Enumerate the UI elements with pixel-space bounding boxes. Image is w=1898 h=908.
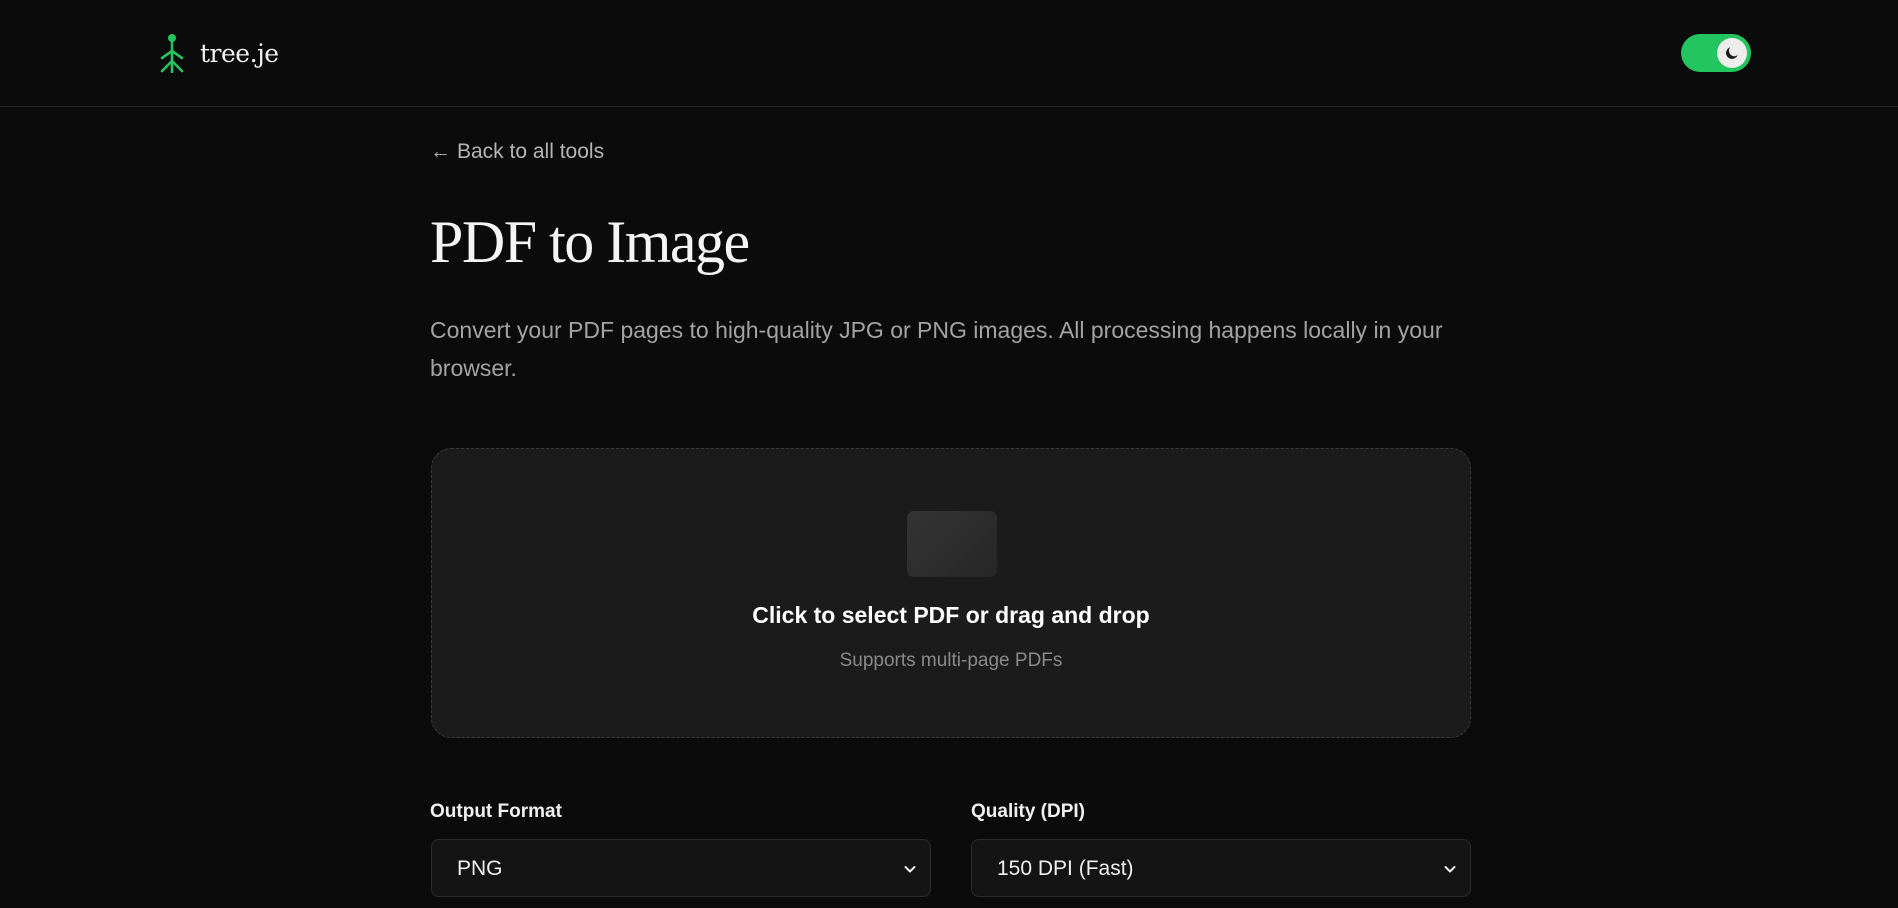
- page-description: Convert your PDF pages to high-quality J…: [430, 317, 1443, 381]
- arrow-left-icon: ←: [430, 140, 451, 163]
- moon-icon: [1726, 47, 1738, 59]
- logo-text: tree.je: [200, 38, 279, 68]
- dropzone-subtitle: Supports multi-page PDFs: [839, 650, 1063, 671]
- quality-label: Quality (DPI): [971, 801, 1086, 822]
- back-link-label: Back to all tools: [457, 140, 605, 163]
- stick-figure-tree-icon: [160, 34, 184, 73]
- top-bar: tree.je: [0, 0, 1898, 107]
- dropzone-title: Click to select PDF or drag and drop: [752, 602, 1150, 628]
- output-format-label: Output Format: [430, 801, 562, 822]
- logo-link[interactable]: tree.je: [158, 33, 279, 73]
- quality-select[interactable]: 150 DPI (Fast): [971, 839, 1471, 897]
- quality-value: 150 DPI (Fast): [997, 857, 1134, 880]
- back-to-all-tools-link[interactable]: ← Back to all tools: [430, 140, 604, 164]
- page-title: PDF to Image: [430, 209, 750, 275]
- upload-placeholder-icon: [907, 511, 997, 577]
- output-format-value: PNG: [457, 857, 503, 880]
- toggle-knob: [1717, 38, 1747, 68]
- pdf-dropzone[interactable]: Click to select PDF or drag and drop Sup…: [431, 448, 1471, 738]
- chevron-down-icon: [1444, 866, 1456, 873]
- output-format-select[interactable]: PNG: [431, 839, 931, 897]
- theme-toggle[interactable]: [1681, 34, 1751, 72]
- chevron-down-icon: [904, 866, 916, 873]
